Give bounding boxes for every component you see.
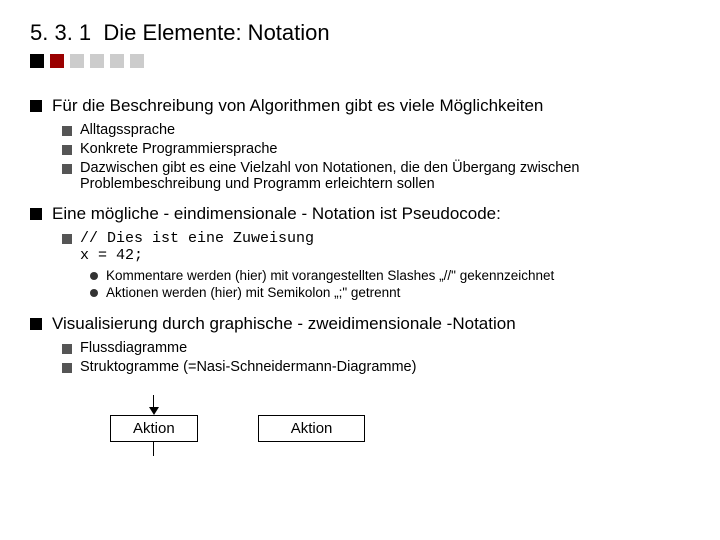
structogram-diagram: Aktion	[258, 395, 366, 456]
arrow-down-icon	[149, 407, 159, 415]
structogram-box: Aktion	[258, 415, 366, 442]
bullet-text: Kommentare werden (hier) mit vorangestel…	[106, 268, 690, 283]
square-bullet-icon	[62, 145, 72, 155]
list-item: Kommentare werden (hier) mit vorangestel…	[90, 268, 690, 283]
square-bullet-icon	[30, 208, 42, 220]
list-item: Dazwischen gibt es eine Vielzahl von Not…	[62, 160, 690, 192]
list-item: Alltagssprache	[62, 122, 690, 138]
list-item: Für die Beschreibung von Algorithmen gib…	[30, 96, 690, 198]
code-line: x = 42;	[80, 247, 690, 264]
square-bullet-icon	[62, 363, 72, 373]
bullet-text: Alltagssprache	[80, 122, 690, 138]
flowchart-box: Aktion	[110, 415, 198, 442]
bullet-text: Aktionen werden (hier) mit Semikolon „;"…	[106, 285, 690, 300]
list-item: Struktogramme (=Nasi-Schneidermann-Diagr…	[62, 359, 690, 375]
list-item: // Dies ist eine Zuweisung x = 42; Komme…	[62, 230, 690, 302]
square-bullet-icon	[30, 100, 42, 112]
decor-square	[110, 54, 124, 68]
square-bullet-icon	[62, 234, 72, 244]
slide-title: 5. 3. 1 Die Elemente: Notation	[30, 20, 690, 46]
square-bullet-icon	[62, 126, 72, 136]
decor-square	[50, 54, 64, 68]
flowchart-diagram: Aktion	[110, 395, 198, 456]
list-item: Aktionen werden (hier) mit Semikolon „;"…	[90, 285, 690, 300]
section-title: Die Elemente: Notation	[103, 20, 329, 45]
diagram-row: Aktion Aktion	[110, 395, 690, 456]
square-bullet-icon	[30, 318, 42, 330]
bullet-text: Dazwischen gibt es eine Vielzahl von Not…	[80, 160, 690, 192]
code-line: // Dies ist eine Zuweisung	[80, 230, 690, 247]
bullet-list: Für die Beschreibung von Algorithmen gib…	[30, 96, 690, 381]
bullet-text: Eine mögliche - eindimensionale - Notati…	[52, 204, 690, 224]
decor-square	[70, 54, 84, 68]
decor-square	[130, 54, 144, 68]
list-item: Visualisierung durch graphische - zweidi…	[30, 314, 690, 381]
square-bullet-icon	[62, 344, 72, 354]
square-bullet-icon	[62, 164, 72, 174]
bullet-text: Visualisierung durch graphische - zweidi…	[52, 314, 690, 334]
section-number: 5. 3. 1	[30, 20, 91, 45]
flow-line	[153, 395, 154, 407]
decor-squares	[30, 54, 690, 68]
bullet-text: Konkrete Programmiersprache	[80, 141, 690, 157]
flow-line	[153, 442, 154, 456]
list-item: Flussdiagramme	[62, 340, 690, 356]
bullet-text: Struktogramme (=Nasi-Schneidermann-Diagr…	[80, 359, 690, 375]
decor-square	[90, 54, 104, 68]
decor-square	[30, 54, 44, 68]
list-item: Konkrete Programmiersprache	[62, 141, 690, 157]
circle-bullet-icon	[90, 289, 98, 297]
circle-bullet-icon	[90, 272, 98, 280]
list-item: Eine mögliche - eindimensionale - Notati…	[30, 204, 690, 308]
bullet-text: Flussdiagramme	[80, 340, 690, 356]
bullet-text: Für die Beschreibung von Algorithmen gib…	[52, 96, 690, 116]
